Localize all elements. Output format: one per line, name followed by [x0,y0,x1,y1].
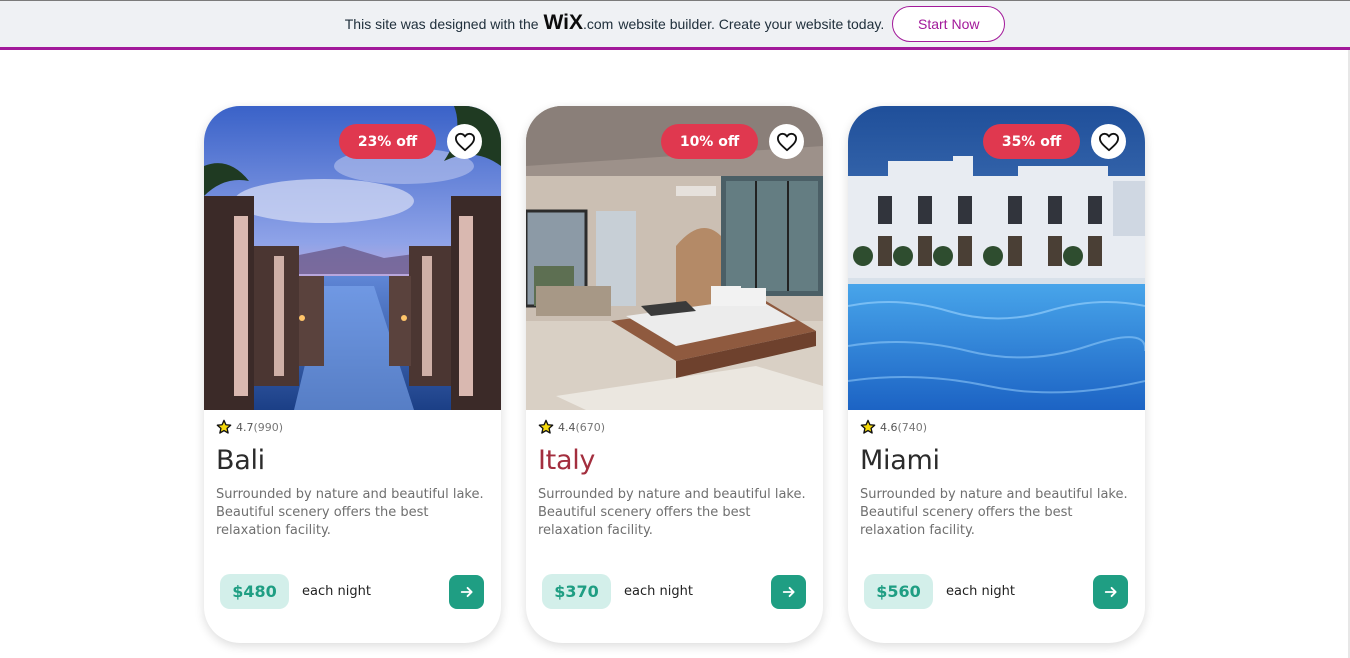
price-badge: $480 [220,574,289,609]
card-title: Miami [860,445,940,476]
heart-icon [454,132,475,151]
destination-card-miami[interactable]: 35% off 4.6 (740) Miami Surrounded by na… [848,106,1145,643]
arrow-right-icon [1104,586,1117,598]
discount-badge: 23% off [339,124,436,159]
arrow-right-icon [460,586,473,598]
review-count: (990) [253,420,284,434]
view-details-button[interactable] [449,575,484,609]
wix-logo: WiX [543,11,583,34]
star-icon [216,419,232,434]
heart-icon [1098,132,1119,151]
card-description: Surrounded by nature and beautiful lake.… [860,487,1128,538]
price-badge: $560 [864,574,933,609]
discount-badge: 10% off [661,124,758,159]
rating: 4.7 (990) [216,419,283,435]
price-unit: each night [946,584,1015,599]
rating-value: 4.4 [558,420,576,434]
card-description: Surrounded by nature and beautiful lake.… [216,487,484,538]
rating-value: 4.7 [236,420,254,434]
heart-icon [776,132,797,151]
discount-badge: 35% off [983,124,1080,159]
wix-logo-suffix: .com [583,16,614,32]
view-details-button[interactable] [1093,575,1128,609]
arrow-right-icon [782,586,795,598]
favorite-button[interactable] [1091,124,1126,159]
destination-card-italy[interactable]: 10% off 4.4 (670) Italy Surrounded by na… [526,106,823,643]
wix-banner-text: This site was designed with the WiX .com… [344,11,885,36]
banner-prefix: This site was designed with the [344,16,539,32]
star-icon [538,419,554,434]
rating-value: 4.6 [880,420,898,434]
rating: 4.6 (740) [860,419,927,435]
view-details-button[interactable] [771,575,806,609]
price-unit: each night [302,584,371,599]
price-badge: $370 [542,574,611,609]
card-title: Bali [216,445,265,476]
card-title: Italy [538,445,596,476]
favorite-button[interactable] [769,124,804,159]
banner-suffix: website builder. Create your website tod… [618,16,885,32]
card-description: Surrounded by nature and beautiful lake.… [538,487,806,538]
review-count: (740) [897,420,928,434]
favorite-button[interactable] [447,124,482,159]
star-icon [860,419,876,434]
review-count: (670) [575,420,606,434]
price-unit: each night [624,584,693,599]
rating: 4.4 (670) [538,419,605,435]
destination-card-bali[interactable]: 23% off 4.7 (990) Bali Surrounded by nat… [204,106,501,643]
start-now-button[interactable]: Start Now [892,6,1006,42]
wix-banner: This site was designed with the WiX .com… [0,0,1350,50]
